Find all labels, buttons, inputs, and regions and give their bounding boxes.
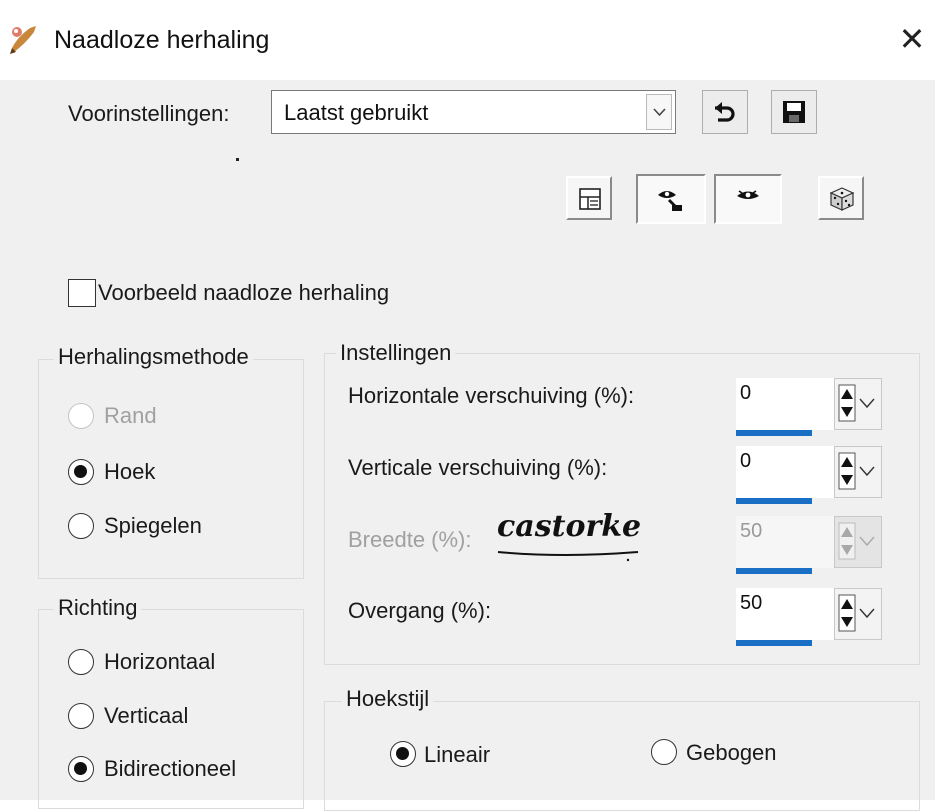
transition-slider-bar[interactable] — [736, 640, 812, 646]
stray-dot — [236, 158, 239, 161]
preview-label: Voorbeeld naadloze herhaling — [98, 280, 390, 305]
direction-group-title: Richting — [54, 595, 142, 621]
presets-dropdown-button[interactable] — [646, 94, 672, 130]
spin-arrows-icon — [838, 594, 875, 632]
width-slider-bar[interactable] — [736, 568, 812, 574]
method-hoek-radio[interactable] — [68, 459, 94, 485]
vertical-offset-field[interactable]: 0 — [736, 446, 834, 498]
watermark-text: castorke — [497, 509, 641, 544]
spin-arrows-icon — [838, 522, 875, 560]
auto-proof-eye-icon — [737, 190, 759, 199]
horizontal-offset-spin-buttons[interactable] — [834, 378, 882, 430]
method-spiegelen-radio[interactable] — [68, 513, 94, 539]
vertical-offset-slider-bar[interactable] — [736, 498, 812, 504]
reset-arrow-icon — [715, 102, 735, 122]
transition-label: Overgang (%): — [348, 598, 492, 623]
vertical-offset-label: Verticale verschuiving (%): — [348, 455, 608, 480]
dialog-window: Naadloze herhaling ✕ Voorinstellingen: L… — [0, 0, 935, 811]
method-rand-label: Rand — [104, 403, 157, 428]
radio-selected-dot — [74, 465, 87, 478]
direction-verticaal-label: Verticaal — [104, 703, 189, 728]
presets-value: Laatst gebruikt — [284, 100, 429, 125]
horizontal-offset-field[interactable]: 0 — [736, 378, 834, 430]
spin-arrows-icon — [838, 452, 875, 490]
radio-selected-dot — [74, 762, 87, 775]
corner-style-title: Hoekstijl — [342, 686, 434, 712]
width-label: Breedte (%): — [348, 527, 472, 552]
radio-selected-dot — [396, 747, 409, 760]
direction-horizontaal-radio[interactable] — [68, 649, 94, 675]
close-button[interactable]: ✕ — [895, 22, 929, 56]
corner-gebogen-radio[interactable] — [651, 739, 677, 765]
direction-bidirectioneel-radio[interactable] — [68, 756, 94, 782]
randomize-dice-icon — [829, 187, 855, 211]
transition-field[interactable]: 50 — [736, 588, 834, 640]
corner-lineair-radio[interactable] — [390, 741, 416, 767]
reset-preset-button[interactable] — [702, 90, 748, 134]
horizontal-offset-spinner[interactable]: 0 — [736, 378, 884, 442]
paint-brush-icon — [10, 26, 36, 54]
settings-group-title: Instellingen — [336, 340, 456, 366]
width-spin-buttons[interactable] — [834, 516, 882, 568]
dialog-title: Naadloze herhaling — [54, 26, 270, 54]
preview-checkbox[interactable] — [68, 279, 96, 307]
corner-lineair-label: Lineair — [424, 742, 491, 767]
layout-toggle-button[interactable] — [566, 176, 612, 220]
chevron-down-icon — [653, 108, 666, 117]
width-value: 50 — [740, 520, 763, 542]
direction-bidirectioneel-label: Bidirectioneel — [104, 756, 237, 781]
width-field[interactable]: 50 — [736, 516, 834, 568]
spin-arrows-icon — [838, 384, 875, 422]
method-spiegelen-label: Spiegelen — [104, 513, 202, 538]
title-bar: Naadloze herhaling ✕ — [0, 0, 935, 80]
randomize-button[interactable] — [818, 176, 864, 220]
presets-combo[interactable]: Laatst gebruikt — [271, 90, 676, 134]
castorke-watermark: castorke — [497, 509, 641, 562]
method-group-title: Herhalingsmethode — [54, 344, 253, 370]
horizontal-offset-value: 0 — [740, 382, 752, 404]
transition-spin-buttons[interactable] — [834, 588, 882, 640]
vertical-offset-spin-buttons[interactable] — [834, 446, 882, 498]
corner-gebogen-label: Gebogen — [686, 740, 777, 765]
auto-proof-button[interactable] — [714, 174, 782, 224]
vertical-offset-spinner[interactable]: 0 — [736, 446, 884, 510]
horizontal-offset-label: Horizontale verschuiving (%): — [348, 383, 635, 408]
width-spinner[interactable]: 50 — [736, 516, 884, 580]
method-hoek-label: Hoek — [104, 459, 156, 484]
direction-verticaal-radio[interactable] — [68, 703, 94, 729]
save-preset-button[interactable] — [771, 90, 817, 134]
proof-eye-icon — [658, 191, 682, 211]
screenshot-frame: Naadloze herhaling ✕ Voorinstellingen: L… — [0, 0, 935, 811]
horizontal-offset-slider-bar[interactable] — [736, 430, 812, 436]
transition-spinner[interactable]: 50 — [736, 588, 884, 652]
save-icon — [783, 101, 805, 123]
proof-button[interactable] — [636, 174, 706, 224]
vertical-offset-value: 0 — [740, 450, 752, 472]
layout-icon — [579, 188, 601, 210]
method-rand-radio[interactable] — [68, 403, 94, 429]
transition-value: 50 — [740, 592, 763, 614]
direction-horizontaal-label: Horizontaal — [104, 649, 216, 674]
presets-label: Voorinstellingen: — [68, 101, 230, 126]
